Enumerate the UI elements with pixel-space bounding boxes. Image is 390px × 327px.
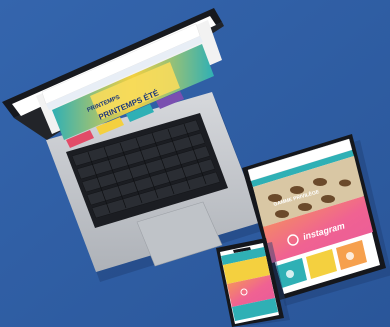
device-mockup-scene: PRINTEMPS PRINTEMPS ÉTÉ GAMME PRIVILÈGE …	[0, 0, 390, 327]
